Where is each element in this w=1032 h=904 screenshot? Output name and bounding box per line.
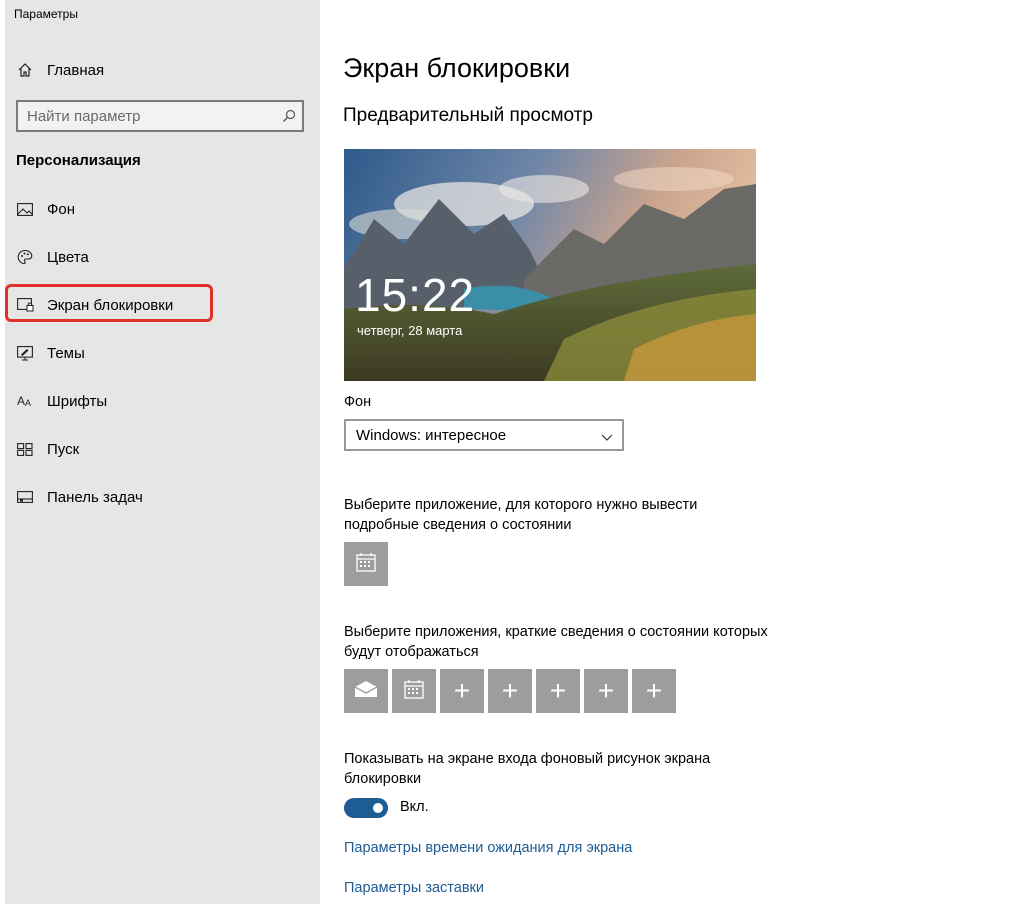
svg-text:A: A [25, 398, 31, 408]
preview-landscape-image [344, 149, 756, 381]
selection-highlight [5, 284, 213, 322]
sidebar: Параметры Главная Персонализация Фон Цве… [5, 0, 320, 904]
background-dropdown-value: Windows: интересное [356, 426, 507, 444]
window-title: Параметры [14, 7, 78, 21]
sidebar-item-label: Фон [47, 200, 76, 218]
section-title: Персонализация [16, 152, 141, 169]
preview-heading: Предварительный просмотр [343, 105, 593, 126]
themes-icon [16, 345, 34, 361]
screen-timeout-link[interactable]: Параметры времени ожидания для экрана [344, 840, 632, 856]
fonts-icon: AA [16, 393, 34, 409]
preview-clock: 15:22 [355, 269, 476, 321]
sidebar-item-background[interactable]: Фон [16, 196, 75, 222]
plus-icon: + [645, 675, 663, 706]
calendar-icon [356, 552, 376, 577]
taskbar-icon [16, 489, 34, 505]
sidebar-item-label: Шрифты [47, 392, 108, 410]
picture-icon [16, 201, 34, 217]
plus-icon: + [453, 675, 471, 706]
toggle-state-label: Вкл. [400, 799, 429, 815]
detailed-app-tile[interactable] [344, 542, 388, 586]
screensaver-link[interactable]: Параметры заставки [344, 880, 484, 896]
nav-home-label: Главная [47, 61, 105, 79]
signin-background-label: Показывать на экране входа фоновый рисун… [344, 751, 711, 787]
calendar-icon [404, 679, 424, 704]
search-input[interactable] [27, 107, 276, 125]
sidebar-item-themes[interactable]: Темы [16, 340, 85, 366]
chevron-down-icon [601, 429, 613, 446]
lock-screen-preview: 15:22 четверг, 28 марта [344, 149, 756, 381]
background-dropdown[interactable]: Windows: интересное [344, 419, 624, 451]
page-title: Экран блокировки [343, 53, 571, 83]
sidebar-item-label: Темы [47, 344, 85, 362]
sidebar-item-label: Цвета [47, 248, 89, 266]
quick-app-tile-calendar[interactable] [392, 669, 436, 713]
svg-text:A: A [17, 394, 25, 408]
detailed-app-label: Выберите приложение, для которого нужно … [344, 497, 698, 533]
quick-app-add-button[interactable]: + [440, 669, 484, 713]
search-icon[interactable] [276, 109, 302, 123]
sidebar-item-colors[interactable]: Цвета [16, 244, 89, 270]
quick-app-add-button[interactable]: + [488, 669, 532, 713]
start-icon [16, 441, 34, 457]
sidebar-item-label: Пуск [47, 440, 80, 458]
sidebar-item-fonts[interactable]: AA Шрифты [16, 388, 107, 414]
quick-apps-label: Выберите приложения, краткие сведения о … [344, 624, 768, 660]
plus-icon: + [501, 675, 519, 706]
plus-icon: + [597, 675, 615, 706]
sidebar-item-taskbar[interactable]: Панель задач [16, 484, 143, 510]
signin-background-toggle[interactable] [344, 798, 388, 818]
quick-app-add-button[interactable]: + [536, 669, 580, 713]
preview-date: четверг, 28 марта [357, 323, 463, 338]
background-label: Фон [344, 394, 372, 410]
palette-icon [16, 249, 34, 265]
search-box[interactable] [16, 100, 304, 132]
quick-app-add-button[interactable]: + [584, 669, 628, 713]
nav-home[interactable]: Главная [17, 58, 104, 82]
sidebar-item-start[interactable]: Пуск [16, 436, 79, 462]
sidebar-item-label: Панель задач [47, 488, 143, 506]
quick-app-tile-mail[interactable] [344, 669, 388, 713]
mail-icon [354, 680, 378, 703]
plus-icon: + [549, 675, 567, 706]
toggle-knob [373, 803, 383, 813]
home-icon [17, 62, 35, 78]
quick-app-add-button[interactable]: + [632, 669, 676, 713]
